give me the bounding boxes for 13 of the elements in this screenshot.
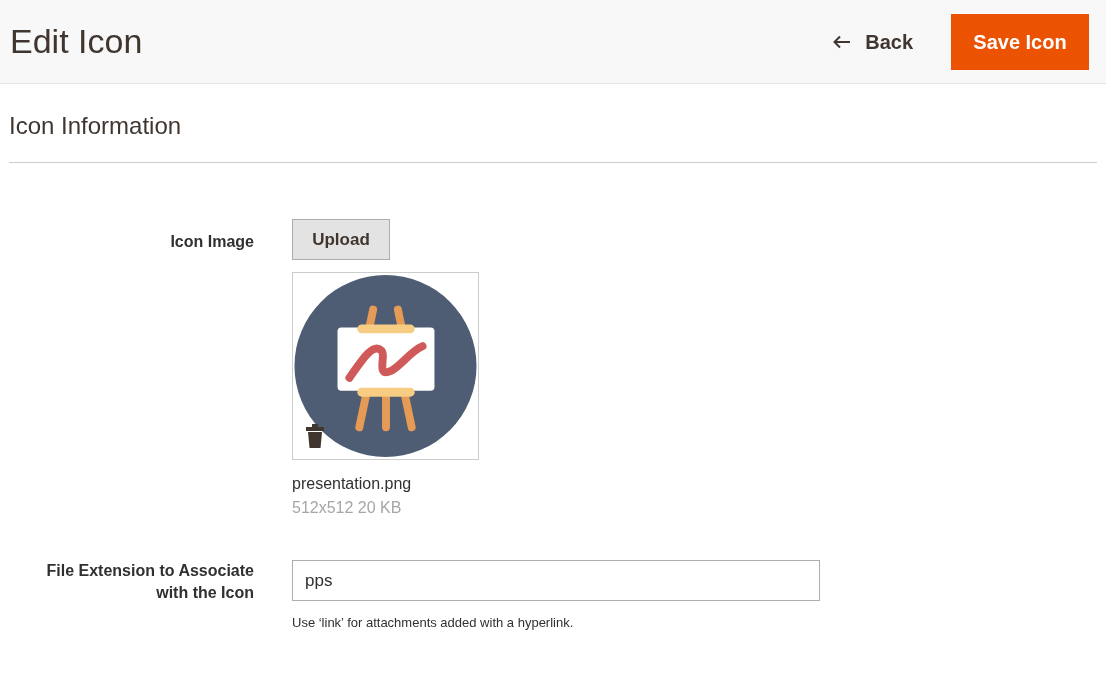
file-name: presentation.png xyxy=(292,474,412,494)
hint-text: Use ‘link’ for attachments added with a hyperlink. xyxy=(292,614,574,632)
back-button[interactable]: Back xyxy=(833,26,913,57)
upload-button[interactable]: Upload xyxy=(292,219,390,260)
field-label: Icon Image xyxy=(170,233,254,250)
arrow-left-icon xyxy=(833,34,852,49)
save-button[interactable]: Save Icon xyxy=(951,13,1089,70)
page-title: Edit Icon xyxy=(10,21,144,62)
file-size: 512x512 20 KB xyxy=(292,498,402,518)
field-label: File Extension to Associate with the Icon xyxy=(45,561,254,603)
trash-icon[interactable] xyxy=(306,424,324,448)
section-title: Icon Information xyxy=(9,84,1097,163)
extension-input[interactable]: pps xyxy=(292,560,820,601)
